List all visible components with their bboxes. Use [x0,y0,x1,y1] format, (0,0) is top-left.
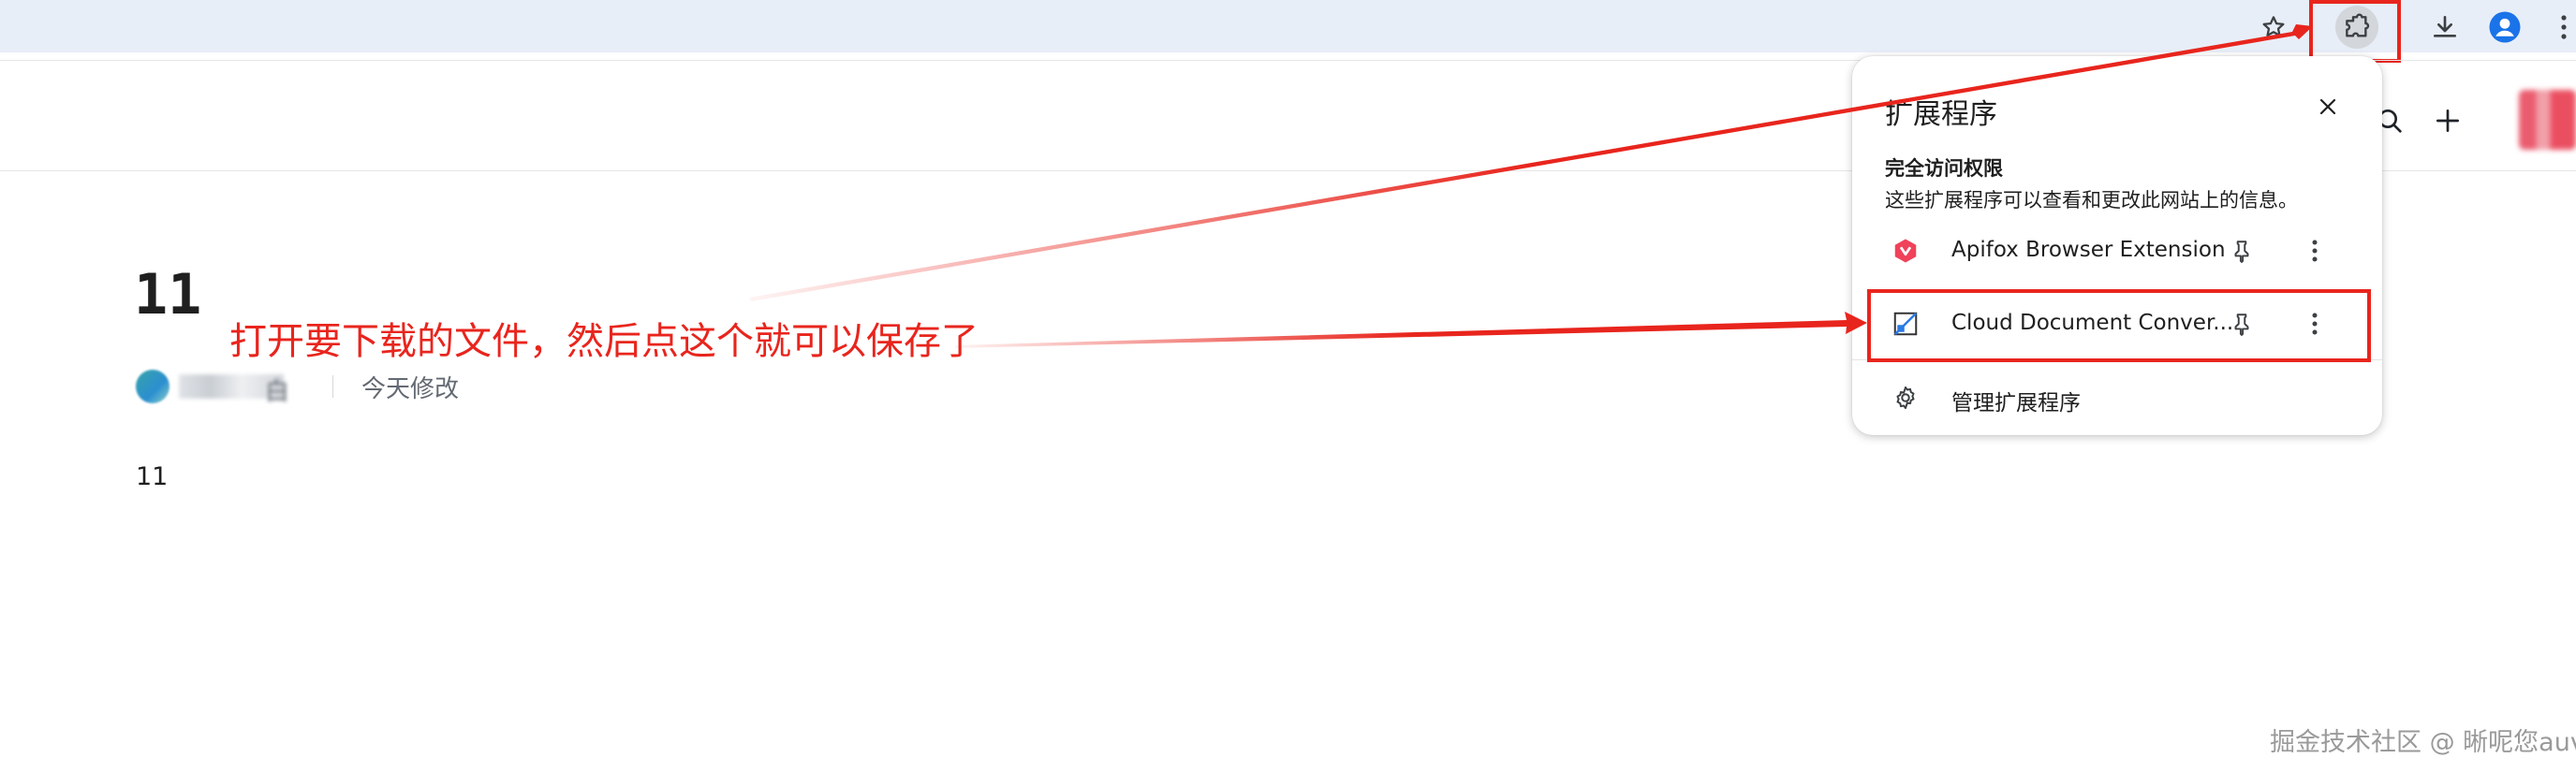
pin-icon[interactable] [2227,236,2257,266]
full-access-description: 这些扩展程序可以查看和更改此网站上的信息。 [1885,189,2298,211]
profile-icon[interactable] [2483,6,2526,49]
popup-title: 扩展程序 [1885,98,1997,131]
browser-toolbar [0,0,2576,52]
annotation-highlight-extension-row [1867,289,2371,362]
document-meta: 白 今天修改 [136,368,460,406]
full-access-heading: 完全访问权限 [1885,157,2003,180]
meta-divider [332,375,333,398]
extension-item-apifox[interactable]: Apifox Browser Extension [1852,223,2382,279]
gear-icon [1892,384,1920,412]
bookmark-star-icon[interactable] [2252,6,2295,49]
close-icon[interactable] [2311,90,2345,124]
annotation-highlight-extensions-button [2309,0,2401,63]
manage-extensions-item[interactable]: 管理扩展程序 [1852,370,2382,426]
arrow-to-extension-row [955,312,1867,348]
user-avatar[interactable] [2519,90,2576,150]
apifox-icon [1892,237,1920,265]
author-name-suffix: 白 [264,378,289,406]
modified-time: 今天修改 [361,374,460,403]
plus-icon[interactable] [2426,99,2469,142]
download-icon[interactable] [2423,6,2466,49]
author-name-blurred[interactable]: 白 [179,374,289,406]
annotation-text: 打开要下载的文件，然后点这个就可以保存了 [229,320,979,363]
browser-menu-icon[interactable] [2551,6,2576,49]
watermark: 掘金技术社区 @ 晰呢您auv [2270,728,2576,757]
author-avatar[interactable] [136,370,169,403]
more-vert-icon[interactable] [2300,236,2330,266]
document-body[interactable]: 11 [136,462,168,491]
extensions-popup: 扩展程序 完全访问权限 这些扩展程序可以查看和更改此网站上的信息。 Apifox… [1852,56,2382,435]
document-title[interactable]: 11 [134,262,201,328]
manage-extensions-label: 管理扩展程序 [1951,391,2081,416]
extension-name: Apifox Browser Extension [1951,238,2226,262]
